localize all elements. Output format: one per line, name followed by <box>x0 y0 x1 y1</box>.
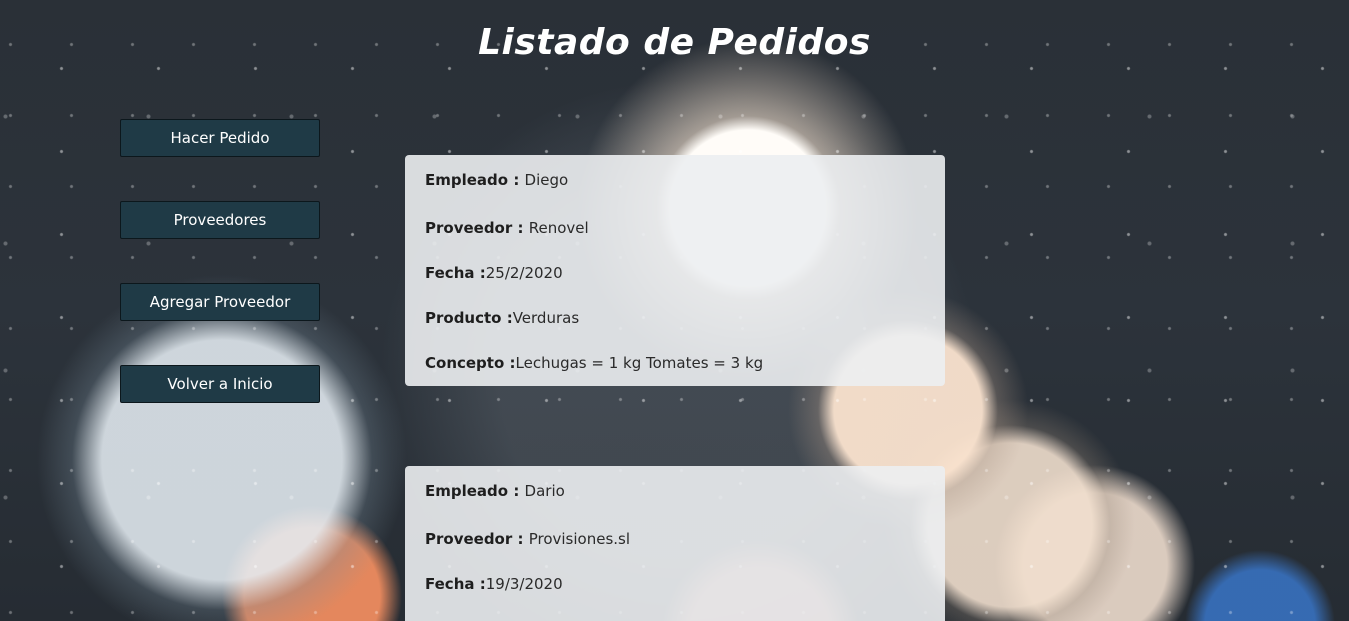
concept-value: Lechugas = 1 kg Tomates = 3 kg <box>515 354 764 372</box>
supplier-value: Provisiones.sl <box>528 530 631 548</box>
product-field: Producto :Verduras <box>425 309 925 327</box>
product-value: Verduras <box>512 309 580 327</box>
order-card: Empleado : Diego Proveedor : Renovel Fec… <box>405 155 945 386</box>
employee-field: Empleado : Diego <box>425 171 925 189</box>
employee-value: Diego <box>524 171 569 189</box>
back-home-button[interactable]: Volver a Inicio <box>120 365 320 403</box>
employee-field: Empleado : Dario <box>425 482 925 500</box>
add-supplier-button[interactable]: Agregar Proveedor <box>120 283 320 321</box>
supplier-field: Proveedor : Renovel <box>425 219 925 237</box>
concept-label: Concepto : <box>425 354 516 372</box>
product-label: Producto : <box>425 309 513 327</box>
employee-label: Empleado : <box>425 171 525 189</box>
employee-value: Dario <box>524 482 565 500</box>
supplier-field: Proveedor : Provisiones.sl <box>425 530 925 548</box>
date-value: 25/2/2020 <box>485 264 563 282</box>
suppliers-button[interactable]: Proveedores <box>120 201 320 239</box>
order-card: Empleado : Dario Proveedor : Provisiones… <box>405 466 945 621</box>
page-title: Listado de Pedidos <box>478 22 871 63</box>
employee-label: Empleado : <box>425 482 525 500</box>
date-value: 19/3/2020 <box>485 575 563 593</box>
supplier-label: Proveedor : <box>425 219 529 237</box>
supplier-value: Renovel <box>528 219 589 237</box>
date-field: Fecha :19/3/2020 <box>425 575 925 593</box>
concept-field: Concepto :Lechugas = 1 kg Tomates = 3 kg <box>425 354 925 372</box>
date-label: Fecha : <box>425 264 486 282</box>
date-field: Fecha :25/2/2020 <box>425 264 925 282</box>
supplier-label: Proveedor : <box>425 530 529 548</box>
date-label: Fecha : <box>425 575 486 593</box>
make-order-button[interactable]: Hacer Pedido <box>120 119 320 157</box>
